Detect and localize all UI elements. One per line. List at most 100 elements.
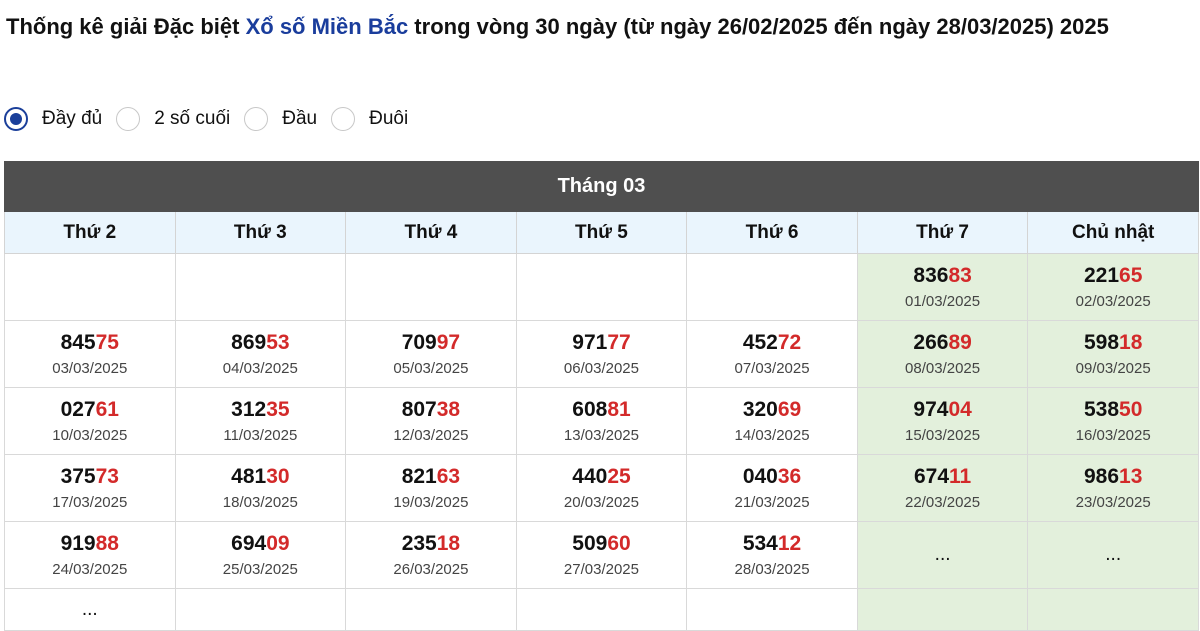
calendar-body: 83683 01/03/2025 22165 02/03/2025 84575 03/03…	[4, 253, 1199, 631]
calendar-cell: 31235 11/03/2025	[174, 387, 347, 455]
special-prize-number: 59818	[1028, 330, 1198, 356]
number-prefix: 312	[231, 397, 267, 421]
special-prize-number: 02761	[5, 397, 175, 423]
number-last-two-digits: 12	[777, 531, 802, 555]
calendar-cell: 91988 24/03/2025	[4, 521, 176, 589]
pending-placeholder: ...	[81, 598, 98, 620]
calendar-week-row: 37573 17/03/2025 48130 18/03/2025 82163 19/03…	[4, 454, 1199, 522]
radio-tail-label: Đuôi	[369, 108, 409, 129]
weekday-header-row: Thứ 2 Thứ 3 Thứ 4 Thứ 5 Thứ 6 Thứ 7 Chủ nhật	[4, 211, 1199, 254]
radio-tail[interactable]: Đuôi	[331, 107, 408, 131]
draw-date: 11/03/2025	[223, 426, 298, 444]
special-prize-number: 80738	[346, 397, 516, 423]
draw-date: 13/03/2025	[563, 426, 639, 444]
calendar-cell: ...	[1027, 521, 1199, 589]
number-prefix: 971	[572, 330, 608, 354]
special-prize-number: 67411	[858, 464, 1028, 490]
calendar-cell: 98613 23/03/2025	[1027, 454, 1199, 522]
draw-date: 01/03/2025	[905, 292, 981, 310]
draw-date: 21/03/2025	[734, 493, 810, 511]
radio-full[interactable]: Đầy đủ	[4, 107, 102, 131]
number-last-two-digits: 38	[436, 397, 461, 421]
special-prize-number: 60881	[517, 397, 687, 423]
calendar-cell: 50960 27/03/2025	[515, 521, 688, 589]
number-last-two-digits: 35	[266, 397, 290, 421]
radio-head-circle[interactable]	[244, 107, 269, 131]
radio-full-circle[interactable]	[4, 107, 28, 131]
draw-date: 19/03/2025	[393, 493, 469, 511]
radio-last-two[interactable]: 2 số cuối	[116, 107, 230, 131]
draw-date: 22/03/2025	[905, 493, 981, 511]
calendar-cell: 44025 20/03/2025	[515, 454, 688, 522]
calendar-cell: 23518 26/03/2025	[345, 521, 517, 589]
calendar-cell: 97177 06/03/2025	[515, 320, 688, 388]
number-last-two-digits: 36	[777, 464, 802, 488]
title-prefix: Thống kê giải Đặc biệt	[6, 14, 246, 39]
special-prize-number: 44025	[517, 464, 687, 490]
number-last-two-digits: 73	[95, 464, 119, 488]
special-prize-number: 04036	[687, 464, 857, 490]
special-prize-number: 32069	[687, 397, 857, 423]
number-last-two-digits: 77	[607, 330, 631, 354]
calendar-cell	[345, 253, 517, 321]
calendar-week-row: 02761 10/03/2025 31235 11/03/2025 80738 12/03…	[4, 387, 1199, 455]
calendar-cell: 02761 10/03/2025	[4, 387, 176, 455]
calendar-cell: 53850 16/03/2025	[1027, 387, 1199, 455]
draw-date: 27/03/2025	[563, 560, 639, 578]
pending-placeholder: ...	[1105, 544, 1122, 565]
draw-date: 26/03/2025	[393, 560, 469, 578]
calendar-cell	[686, 588, 858, 631]
weekday-header: Thứ 6	[686, 211, 858, 254]
number-prefix: 027	[60, 397, 96, 421]
calendar-cell	[686, 253, 858, 321]
calendar-week-row: 91988 24/03/2025 69409 25/03/2025 23518 26/03…	[4, 521, 1199, 589]
number-prefix: 608	[572, 397, 608, 421]
number-prefix: 235	[401, 531, 437, 555]
special-prize-number: 22165	[1028, 263, 1198, 289]
special-prize-number: 86953	[176, 330, 346, 356]
number-prefix: 598	[1083, 330, 1120, 354]
draw-date: 15/03/2025	[905, 426, 981, 444]
radio-last-two-circle[interactable]	[116, 107, 141, 131]
number-prefix: 440	[572, 464, 608, 488]
special-prize-number: 50960	[517, 531, 687, 557]
calendar-cell: 67411 22/03/2025	[856, 454, 1029, 522]
number-last-two-digits: 53	[266, 330, 290, 354]
special-prize-number: 37573	[5, 464, 175, 490]
number-prefix: 807	[401, 397, 437, 421]
number-last-two-digits: 81	[607, 397, 631, 421]
calendar-cell	[1027, 588, 1199, 631]
number-last-two-digits: 18	[436, 531, 461, 555]
radio-head[interactable]: Đầu	[244, 107, 317, 131]
calendar-cell: ...	[856, 521, 1029, 589]
number-last-two-digits: 61	[95, 397, 119, 421]
number-prefix: 845	[60, 330, 96, 354]
draw-date: 24/03/2025	[52, 560, 128, 578]
calendar-cell: 69409 25/03/2025	[174, 521, 347, 589]
calendar-cell: 60881 13/03/2025	[515, 387, 688, 455]
radio-last-two-label: 2 số cuối	[154, 108, 231, 129]
weekday-header: Thứ 3	[174, 211, 347, 254]
number-prefix: 320	[742, 397, 778, 421]
draw-date: 10/03/2025	[52, 426, 128, 444]
draw-date: 05/03/2025	[393, 359, 469, 377]
lottery-link[interactable]: Xổ số Miền Bắc	[246, 14, 409, 39]
number-last-two-digits: 30	[266, 464, 290, 488]
month-header: Tháng 03	[4, 161, 1199, 212]
draw-date: 16/03/2025	[1075, 426, 1151, 444]
special-prize-number: 91988	[5, 531, 175, 557]
draw-date: 06/03/2025	[563, 359, 639, 377]
calendar-cell: 22165 02/03/2025	[1027, 253, 1199, 321]
title-suffix: trong vòng 30 ngày (từ ngày 26/02/2025 đ…	[408, 14, 1109, 39]
number-prefix: 452	[742, 330, 778, 354]
calendar-cell: 04036 21/03/2025	[686, 454, 858, 522]
display-mode-radio-group: Đầy đủ 2 số cuối Đầu Đuôi	[4, 104, 422, 134]
calendar-cell: 84575 03/03/2025	[4, 320, 176, 388]
radio-full-label: Đầy đủ	[42, 108, 103, 129]
pending-placeholder: ...	[934, 544, 951, 565]
number-prefix: 821	[401, 464, 437, 488]
special-prize-number: 31235	[176, 397, 346, 423]
number-last-two-digits: 04	[948, 397, 972, 421]
draw-date: 28/03/2025	[734, 560, 810, 578]
radio-tail-circle[interactable]	[331, 107, 356, 131]
